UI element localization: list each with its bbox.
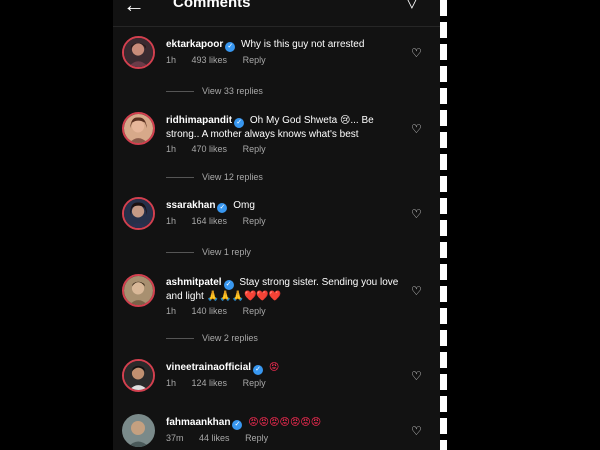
comment-body: Why is this guy not arrested — [241, 39, 365, 50]
view-replies-button[interactable]: View 12 replies — [166, 172, 263, 182]
username[interactable]: ektarkapoor — [166, 39, 223, 50]
comment-text: ssarakhan ✓ Omg — [166, 199, 406, 213]
heart-icon[interactable]: ♡ — [411, 207, 422, 221]
likes-count[interactable]: 124 likes — [192, 378, 228, 388]
comment-text: fahmaankhan ✓ 😡😡😡😡😡😡😡 — [166, 416, 406, 430]
comments-screen: ← Comments ▽ ektarkapoor ✓ Why is this gu… — [113, 0, 440, 450]
username[interactable]: ashmitpatel — [166, 277, 222, 288]
view-replies-button[interactable]: View 1 reply — [166, 247, 251, 257]
reply-button[interactable]: Reply — [245, 433, 268, 443]
likes-count[interactable]: 44 likes — [199, 433, 230, 443]
view-replies-label: View 33 replies — [202, 86, 263, 96]
divider — [166, 338, 194, 340]
view-replies-button[interactable]: View 2 replies — [166, 333, 258, 343]
avatar[interactable] — [122, 414, 155, 447]
reply-button[interactable]: Reply — [243, 216, 266, 226]
username[interactable]: fahmaankhan — [166, 417, 230, 428]
comment-time: 1h — [166, 306, 177, 316]
comment-time: 1h — [166, 378, 177, 388]
heart-icon[interactable]: ♡ — [411, 424, 422, 438]
comment-body: Omg — [233, 200, 255, 211]
verified-badge-icon: ✓ — [217, 203, 228, 213]
comment-time: 1h — [166, 55, 177, 65]
arrow-left-icon[interactable]: ← — [123, 0, 145, 16]
heart-icon[interactable]: ♡ — [411, 284, 422, 298]
avatar[interactable] — [122, 197, 155, 230]
comment-meta: 1h 140 likes Reply — [166, 306, 279, 316]
verified-badge-icon: ✓ — [232, 420, 243, 430]
reply-button[interactable]: Reply — [243, 55, 266, 65]
comment-text: ektarkapoor ✓ Why is this guy not arreste… — [166, 38, 406, 52]
username[interactable]: vineetrainaofficial — [166, 362, 251, 373]
divider — [166, 252, 194, 254]
username[interactable]: ridhimapandit — [166, 115, 232, 126]
comment-meta: 1h 164 likes Reply — [166, 216, 279, 226]
verified-badge-icon: ✓ — [253, 365, 264, 375]
likes-count[interactable]: 140 likes — [192, 306, 228, 316]
divider — [447, 0, 450, 450]
comment-text: ridhimapandit ✓ Oh My God Shweta 😢... Be … — [166, 114, 406, 141]
reply-button[interactable]: Reply — [243, 144, 266, 154]
username[interactable]: ssarakhan — [166, 200, 215, 211]
comment-text: ashmitpatel ✓ Stay strong sister. Sending… — [166, 276, 406, 303]
heart-icon[interactable]: ♡ — [411, 122, 422, 136]
likes-count[interactable]: 470 likes — [192, 144, 228, 154]
comment-meta: 37m 44 likes Reply — [166, 433, 281, 443]
verified-badge-icon: ✓ — [223, 280, 234, 290]
divider — [166, 91, 194, 93]
page-title: Comments — [173, 0, 251, 11]
view-replies-label: View 12 replies — [202, 172, 263, 182]
comment-time: 1h — [166, 144, 177, 154]
avatar[interactable] — [122, 274, 155, 307]
comment-body: 😡 — [268, 362, 280, 373]
view-replies-button[interactable]: View 33 replies — [166, 86, 263, 96]
verified-badge-icon: ✓ — [225, 42, 236, 52]
heart-icon[interactable]: ♡ — [411, 46, 422, 60]
reply-button[interactable]: Reply — [243, 378, 266, 388]
verified-badge-icon: ✓ — [234, 118, 245, 128]
comment-meta: 1h 470 likes Reply — [166, 144, 279, 154]
view-replies-label: View 2 replies — [202, 333, 258, 343]
view-replies-label: View 1 reply — [202, 247, 251, 257]
comment-meta: 1h 124 likes Reply — [166, 378, 279, 388]
avatar[interactable] — [122, 36, 155, 69]
divider — [166, 177, 194, 179]
comment-meta: 1h 493 likes Reply — [166, 55, 279, 65]
avatar[interactable] — [122, 359, 155, 392]
comment-text: vineetrainaofficial ✓ 😡 — [166, 361, 406, 375]
likes-count[interactable]: 164 likes — [192, 216, 228, 226]
likes-count[interactable]: 493 likes — [192, 55, 228, 65]
avatar[interactable] — [122, 112, 155, 145]
comment-body: 😡😡😡😡😡😡😡 — [248, 417, 322, 428]
reply-button[interactable]: Reply — [243, 306, 266, 316]
heart-icon[interactable]: ♡ — [411, 369, 422, 383]
comment-time: 1h — [166, 216, 177, 226]
comment-time: 37m — [166, 433, 184, 443]
comments-header: ← Comments ▽ — [113, 0, 440, 27]
dashed-border — [440, 0, 447, 450]
direct-send-icon[interactable]: ▽ — [406, 0, 418, 12]
